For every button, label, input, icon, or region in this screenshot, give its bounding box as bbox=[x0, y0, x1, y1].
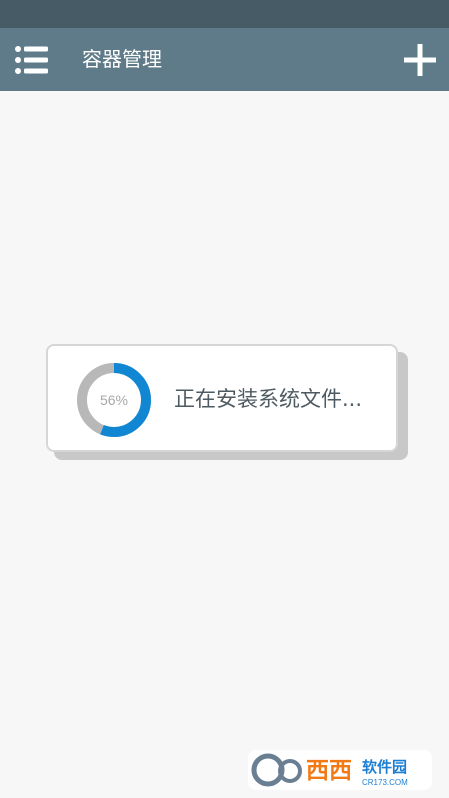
watermark-brand: 西西 bbox=[306, 758, 352, 784]
page-title: 容器管理 bbox=[82, 47, 162, 71]
add-container-button[interactable] bbox=[398, 38, 442, 82]
progress-message: 正在安装系统文件... bbox=[174, 387, 363, 411]
watermark-logo: 西西 软件园 CR173.COM bbox=[248, 750, 432, 790]
watermark-name: 软件园 bbox=[362, 758, 407, 776]
app-bar: 容器管理 bbox=[0, 28, 449, 91]
list-menu-icon bbox=[15, 46, 48, 74]
progress-percent: 56% bbox=[99, 392, 129, 408]
plus-icon bbox=[404, 44, 436, 76]
menu-button[interactable] bbox=[10, 40, 54, 80]
progress-dialog: 56% 正在安装系统文件... bbox=[46, 344, 398, 452]
status-bar bbox=[0, 0, 449, 28]
progress-ring: 56% bbox=[76, 362, 152, 438]
watermark-site: CR173.COM bbox=[362, 778, 408, 787]
